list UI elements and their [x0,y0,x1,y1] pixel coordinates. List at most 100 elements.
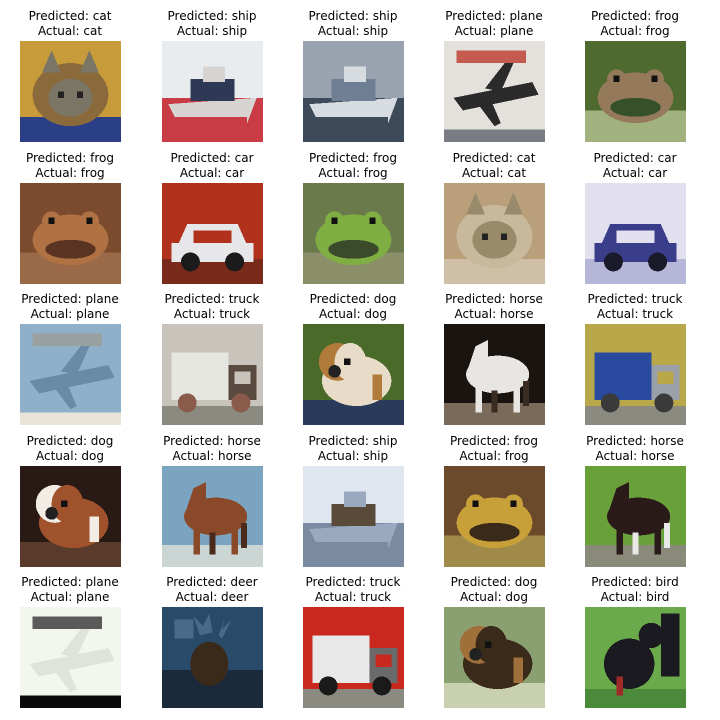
prediction-caption: Predicted: truck Actual: truck [142,292,282,322]
sample-image [303,607,404,708]
sample-image [444,466,545,567]
predicted-label: Predicted: cat [452,151,536,165]
actual-label: Actual: cat [461,166,527,180]
actual-label: Actual: plane [30,307,110,321]
sample-image [162,41,263,142]
actual-label: Actual: frog [600,24,670,38]
actual-label: Actual: bird [600,590,670,604]
actual-label: Actual: dog [459,590,529,604]
sample-image [20,324,121,425]
predicted-label: Predicted: frog [25,151,115,165]
actual-label: Actual: truck [314,590,392,604]
prediction-cell: Predicted: frog Actual: frog [565,0,705,142]
predicted-label: Predicted: horse [445,292,543,306]
predicted-label: Predicted: ship [308,9,398,23]
actual-label: Actual: truck [173,307,251,321]
prediction-cell: Predicted: car Actual: car [142,142,282,284]
prediction-cell: Predicted: cat Actual: cat [424,142,564,284]
predicted-label: Predicted: frog [449,434,539,448]
predicted-label: Predicted: dog [309,292,397,306]
actual-label: Actual: dog [318,307,388,321]
prediction-caption: Predicted: truck Actual: truck [283,575,423,605]
prediction-cell: Predicted: ship Actual: ship [283,425,423,567]
prediction-caption: Predicted: dog Actual: dog [0,434,140,464]
sample-image [444,41,545,142]
prediction-cell: Predicted: frog Actual: frog [424,425,564,567]
prediction-caption: Predicted: ship Actual: ship [283,434,423,464]
predicted-label: Predicted: truck [305,575,401,589]
actual-label: Actual: frog [35,166,105,180]
prediction-cell: Predicted: frog Actual: frog [283,142,423,284]
sample-image [20,41,121,142]
predicted-label: Predicted: truck [164,292,260,306]
prediction-caption: Predicted: cat Actual: cat [424,151,564,181]
prediction-caption: Predicted: horse Actual: horse [142,434,282,464]
actual-label: Actual: ship [317,449,389,463]
actual-label: Actual: car [179,166,245,180]
predicted-label: Predicted: plane [21,575,119,589]
sample-image [303,466,404,567]
prediction-caption: Predicted: plane Actual: plane [424,9,564,39]
sample-image [162,324,263,425]
sample-image [444,183,545,284]
prediction-caption: Predicted: horse Actual: horse [565,434,705,464]
prediction-cell: Predicted: cat Actual: cat [0,0,140,142]
sample-image [585,466,686,567]
predicted-label: Predicted: frog [590,9,680,23]
predicted-label: Predicted: horse [586,434,684,448]
sample-image [585,324,686,425]
actual-label: Actual: cat [37,24,103,38]
sample-image [585,41,686,142]
predicted-label: Predicted: bird [591,575,679,589]
actual-label: Actual: horse [595,449,675,463]
predicted-label: Predicted: plane [445,9,543,23]
prediction-caption: Predicted: dog Actual: dog [283,292,423,322]
actual-label: Actual: dog [35,449,105,463]
prediction-cell: Predicted: dog Actual: dog [0,425,140,567]
predicted-label: Predicted: dog [450,575,538,589]
actual-label: Actual: deer [175,590,249,604]
sample-image [303,324,404,425]
predicted-label: Predicted: cat [28,9,112,23]
prediction-caption: Predicted: frog Actual: frog [283,151,423,181]
sample-image [162,607,263,708]
prediction-cell: Predicted: ship Actual: ship [142,0,282,142]
prediction-cell: Predicted: truck Actual: truck [283,566,423,708]
prediction-grid: Predicted: cat Actual: cat Predicted: ship… [0,0,720,720]
prediction-caption: Predicted: frog Actual: frog [565,9,705,39]
actual-label: Actual: plane [30,590,110,604]
sample-image [20,183,121,284]
sample-image [20,607,121,708]
prediction-caption: Predicted: plane Actual: plane [0,575,140,605]
prediction-caption: Predicted: cat Actual: cat [0,9,140,39]
sample-image [20,466,121,567]
prediction-cell: Predicted: bird Actual: bird [565,566,705,708]
sample-image [303,183,404,284]
actual-label: Actual: ship [176,24,248,38]
prediction-cell: Predicted: deer Actual: deer [142,566,282,708]
actual-label: Actual: frog [459,449,529,463]
predicted-label: Predicted: plane [21,292,119,306]
actual-label: Actual: plane [454,24,534,38]
sample-image [444,607,545,708]
predicted-label: Predicted: dog [26,434,114,448]
prediction-caption: Predicted: deer Actual: deer [142,575,282,605]
sample-image [303,41,404,142]
sample-image [162,183,263,284]
actual-label: Actual: ship [317,24,389,38]
predicted-label: Predicted: deer [166,575,258,589]
prediction-caption: Predicted: car Actual: car [565,151,705,181]
prediction-cell: Predicted: truck Actual: truck [142,283,282,425]
prediction-cell: Predicted: plane Actual: plane [424,0,564,142]
actual-label: Actual: frog [318,166,388,180]
prediction-caption: Predicted: frog Actual: frog [0,151,140,181]
prediction-cell: Predicted: car Actual: car [565,142,705,284]
prediction-caption: Predicted: horse Actual: horse [424,292,564,322]
prediction-caption: Predicted: ship Actual: ship [142,9,282,39]
prediction-caption: Predicted: truck Actual: truck [565,292,705,322]
prediction-cell: Predicted: dog Actual: dog [424,566,564,708]
sample-image [585,183,686,284]
predicted-label: Predicted: truck [587,292,683,306]
sample-image [444,324,545,425]
prediction-caption: Predicted: car Actual: car [142,151,282,181]
